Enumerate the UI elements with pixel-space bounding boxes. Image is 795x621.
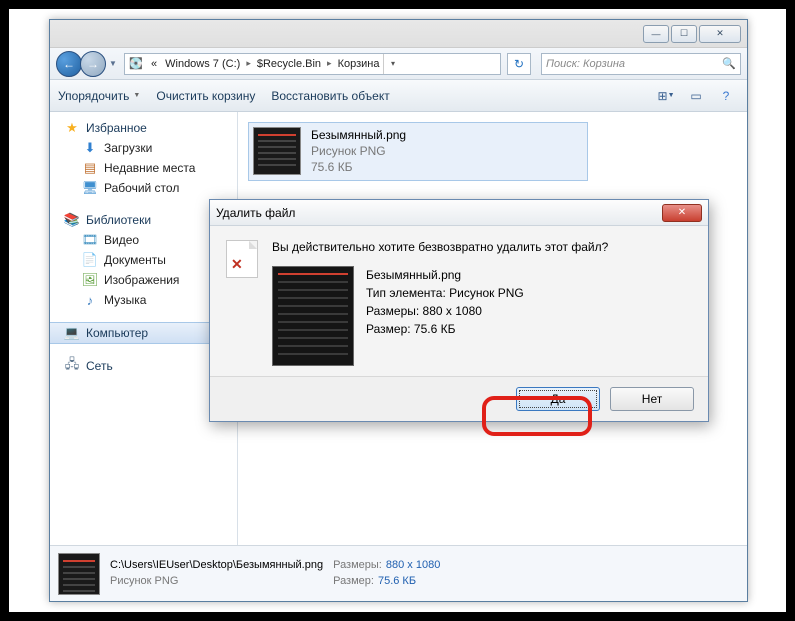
dialog-titlebar: Удалить файл ✕ <box>210 200 708 226</box>
breadcrumb-segment[interactable]: Windows 7 (C:) <box>161 58 244 70</box>
breadcrumb-dropdown[interactable]: ▾ <box>383 54 401 74</box>
details-thumbnail <box>58 553 100 595</box>
chevron-right-icon: ▸ <box>325 58 334 69</box>
chevron-down-icon: ▼ <box>133 92 140 99</box>
navbar: ← → ▼ 💽 « Windows 7 (C:) ▸ $Recycle.Bin … <box>50 48 747 80</box>
details-dims-label: Размеры: <box>333 559 382 571</box>
recent-icon: ▤ <box>82 160 98 176</box>
sidebar-item-desktop[interactable]: 🖥Рабочий стол <box>50 178 237 198</box>
dialog-footer: Да Нет <box>210 376 708 421</box>
file-meta: Безымянный.png Рисунок PNG 75.6 КБ <box>311 127 406 176</box>
empty-recycle-button[interactable]: Очистить корзину <box>156 89 255 103</box>
dialog-question: Вы действительно хотите безвозвратно уда… <box>272 240 692 254</box>
search-input[interactable]: Поиск: Корзина 🔍 <box>541 53 741 75</box>
breadcrumb[interactable]: 💽 « Windows 7 (C:) ▸ $Recycle.Bin ▸ Корз… <box>124 53 501 75</box>
chevron-right-icon: ▸ <box>244 58 253 69</box>
details-type: Рисунок PNG <box>110 574 323 589</box>
file-size: 75.6 КБ <box>311 159 406 175</box>
titlebar: — ☐ ✕ <box>50 20 747 48</box>
nav-forward-button[interactable]: → <box>80 51 106 77</box>
minimize-button[interactable]: — <box>643 25 669 43</box>
toolbar: Упорядочить ▼ Очистить корзину Восстанов… <box>50 80 747 112</box>
breadcrumb-segment[interactable]: « <box>147 58 161 70</box>
yes-button[interactable]: Да <box>516 387 600 411</box>
maximize-button[interactable]: ☐ <box>671 25 697 43</box>
computer-icon: 💻 <box>64 325 80 341</box>
nav-back-button[interactable]: ← <box>56 51 82 77</box>
desktop-icon: 🖥 <box>82 180 98 196</box>
dialog-file-size: Размер: 75.6 КБ <box>366 320 524 338</box>
file-item[interactable]: Безымянный.png Рисунок PNG 75.6 КБ <box>248 122 588 181</box>
no-button[interactable]: Нет <box>610 387 694 411</box>
breadcrumb-segment[interactable]: $Recycle.Bin <box>253 58 325 70</box>
document-icon: 📄 <box>82 252 98 268</box>
delete-file-dialog: Удалить файл ✕ ✕ Вы действительно хотите… <box>209 199 709 422</box>
organize-button[interactable]: Упорядочить ▼ <box>58 89 140 103</box>
view-options-button[interactable]: ⊞ ▼ <box>653 85 679 107</box>
search-icon: 🔍 <box>722 57 736 70</box>
delete-file-icon: ✕ <box>226 240 258 278</box>
download-icon: ⬇ <box>82 140 98 156</box>
dialog-file-dims: Размеры: 880 x 1080 <box>366 302 524 320</box>
star-icon: ★ <box>64 120 80 136</box>
breadcrumb-segment[interactable]: Корзина <box>334 58 384 70</box>
network-icon: 🖧 <box>64 358 80 374</box>
dialog-file-type: Тип элемента: Рисунок PNG <box>366 284 524 302</box>
preview-pane-button[interactable]: ▭ <box>683 85 709 107</box>
details-path: C:\Users\IEUser\Desktop\Безымянный.png <box>110 558 323 573</box>
close-button[interactable]: ✕ <box>699 25 741 43</box>
sidebar-item-recent[interactable]: ▤Недавние места <box>50 158 237 178</box>
file-thumbnail <box>253 127 301 175</box>
nav-history-dropdown[interactable]: ▼ <box>106 52 120 76</box>
details-size-value: 75.6 КБ <box>378 575 416 587</box>
dialog-title: Удалить файл <box>216 206 295 220</box>
help-button[interactable]: ? <box>713 85 739 107</box>
music-icon: ♪ <box>82 292 98 308</box>
sidebar-item-downloads[interactable]: ⬇Загрузки <box>50 138 237 158</box>
search-placeholder: Поиск: Корзина <box>546 58 625 70</box>
details-size-label: Размер: <box>333 575 374 587</box>
library-icon: 📚 <box>64 212 80 228</box>
restore-item-button[interactable]: Восстановить объект <box>271 89 389 103</box>
dialog-file-name: Безымянный.png <box>366 266 524 284</box>
video-icon: 🎞 <box>82 232 98 248</box>
dialog-file-info: Безымянный.png Тип элемента: Рисунок PNG… <box>366 266 524 366</box>
drive-icon: 💽 <box>127 55 145 73</box>
file-type: Рисунок PNG <box>311 143 406 159</box>
dialog-close-button[interactable]: ✕ <box>662 204 702 222</box>
dialog-file-thumbnail <box>272 266 354 366</box>
image-icon: 🖼 <box>82 272 98 288</box>
refresh-button[interactable]: ↻ <box>507 53 531 75</box>
file-name: Безымянный.png <box>311 127 406 143</box>
details-pane: C:\Users\IEUser\Desktop\Безымянный.png Р… <box>50 545 747 601</box>
details-dims-value: 880 x 1080 <box>386 559 440 571</box>
sidebar-favorites[interactable]: ★Избранное <box>50 118 237 138</box>
